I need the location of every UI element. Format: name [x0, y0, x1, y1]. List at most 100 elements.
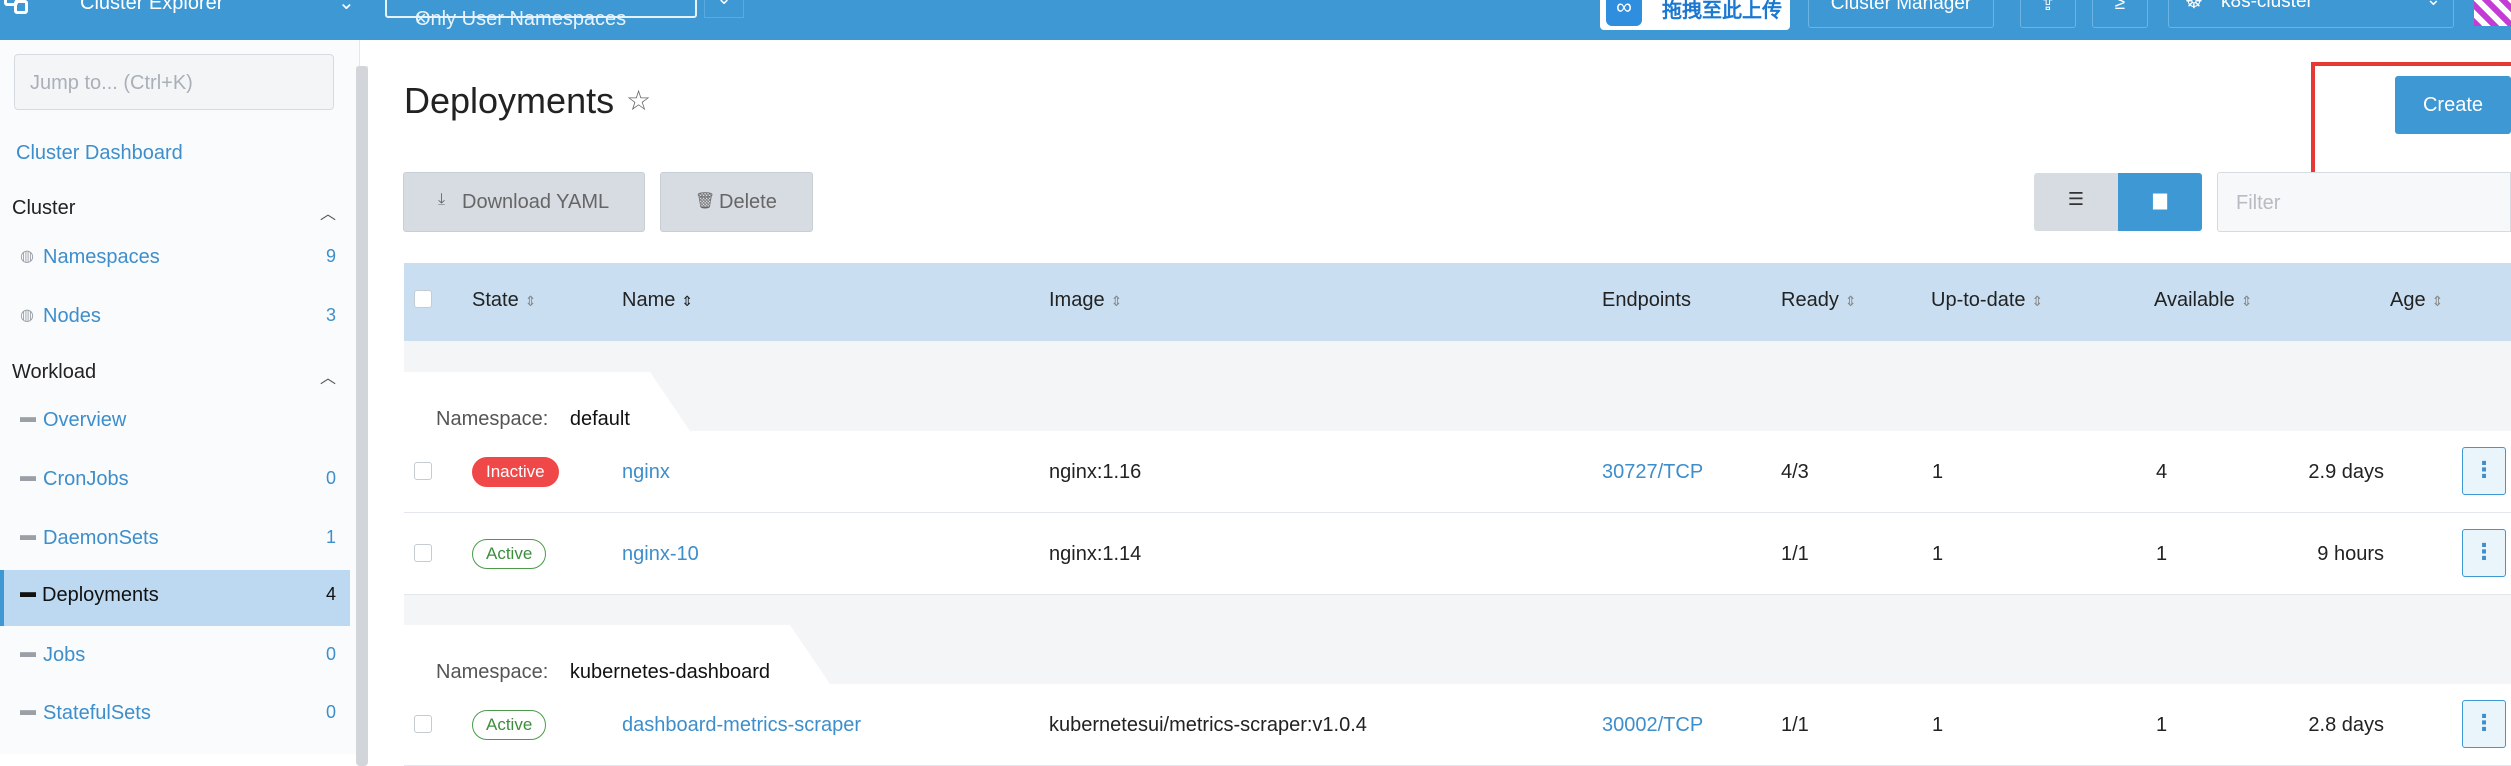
deployment-name-link[interactable]: nginx-10	[622, 543, 699, 566]
chevron-down-icon[interactable]: ⌄	[338, 0, 355, 15]
namespace-group-tab: Namespace: kubernetes-dashboard	[404, 625, 830, 684]
user-avatar-icon[interactable]	[2474, 0, 2511, 26]
folder-icon: ▬	[20, 527, 36, 544]
ready-cell: 4/3	[1781, 461, 1809, 483]
sort-icon: ⇕	[1110, 293, 1123, 309]
sort-icon: ⇕	[1844, 293, 1857, 309]
age-cell: 2.8 days	[2308, 714, 2384, 736]
deployment-name-link[interactable]: nginx	[622, 461, 670, 484]
sidebar-item-nodes[interactable]: ◍ Nodes 3	[0, 291, 350, 347]
sidebar-item-label: Jobs	[43, 644, 86, 666]
sidebar-item-overview[interactable]: ▬ Overview	[0, 395, 350, 451]
sidebar-section-workload[interactable]: Workload	[12, 361, 96, 384]
sidebar-item-label: Overview	[43, 409, 127, 431]
cluster-manager-button[interactable]: Cluster Manager	[1808, 0, 1994, 28]
row-checkbox[interactable]	[414, 544, 432, 562]
globe-icon: ◍	[20, 307, 34, 324]
scrollbar-thumb[interactable]	[356, 66, 368, 766]
chevron-down-icon: ⌄	[2426, 0, 2441, 10]
delete-button[interactable]: 🗑 Delete	[660, 172, 813, 232]
upload-drop-zone[interactable]: ∞ 拖拽至此上传	[1600, 0, 1790, 30]
sidebar-scrollbar[interactable]	[356, 66, 368, 766]
column-header-name[interactable]: Name ⇕	[622, 289, 693, 312]
jump-to-search-input[interactable]: Jump to... (Ctrl+K)	[14, 54, 334, 110]
group-label: Namespace:	[436, 408, 549, 430]
deployment-name-link[interactable]: dashboard-metrics-scraper	[622, 714, 861, 737]
close-icon[interactable]: ×	[415, 8, 427, 31]
rancher-logo-icon[interactable]	[0, 0, 44, 24]
column-header-available[interactable]: Available ⇕	[2154, 289, 2253, 312]
endpoint-link[interactable]: 30002/TCP	[1602, 714, 1703, 737]
row-actions-kebab-icon[interactable]: ⋮	[2462, 700, 2506, 748]
folder-icon: ▬	[20, 702, 36, 719]
folder-icon: ▬	[20, 468, 36, 485]
app-title[interactable]: Cluster Explorer	[80, 0, 223, 15]
row-checkbox[interactable]	[414, 715, 432, 733]
sort-icon: ⇕	[524, 293, 537, 309]
sidebar-item-statefulsets[interactable]: ▬ StatefulSets 0	[0, 688, 350, 744]
sidebar-item-count: 3	[325, 305, 336, 325]
namespace-group-tab: Namespace: default	[404, 372, 690, 431]
namespace-filter-value: Only User Namespaces	[415, 8, 627, 30]
row-checkbox[interactable]	[414, 462, 432, 480]
sort-icon: ⇕	[681, 293, 694, 309]
sidebar-item-cronjobs[interactable]: ▬ CronJobs 0	[0, 454, 350, 510]
top-nav-bar: Cluster Explorer ⌄ Only User Namespaces …	[0, 0, 2511, 40]
available-cell: 4	[2156, 461, 2168, 483]
sort-icon: ⇕	[2431, 293, 2444, 309]
cluster-manager-label: Cluster Manager	[1830, 0, 1972, 14]
select-all-checkbox[interactable]	[414, 290, 432, 308]
trash-icon: 🗑	[695, 193, 716, 210]
star-icon[interactable]: ☆	[626, 84, 651, 117]
endpoint-link[interactable]: 30727/TCP	[1602, 461, 1703, 484]
sidebar-item-label: CronJobs	[43, 468, 129, 490]
sidebar-item-count: 0	[325, 644, 336, 664]
group-value: kubernetes-dashboard	[569, 661, 770, 683]
column-header-age[interactable]: Age ⇕	[2390, 289, 2443, 312]
flat-list-view-button[interactable]: ☰	[2034, 173, 2118, 231]
group-label: Namespace:	[436, 661, 549, 683]
cluster-dashboard-link[interactable]: Cluster Dashboard	[16, 142, 183, 165]
column-header-endpoints: Endpoints	[1602, 289, 1691, 311]
namespace-filter-select[interactable]: Only User Namespaces ×	[385, 0, 697, 30]
upload-cloud-icon: ∞	[1606, 0, 1642, 26]
sidebar-item-jobs[interactable]: ▬ Jobs 0	[0, 630, 350, 686]
uptodate-cell: 1	[1932, 461, 1944, 483]
row-actions-kebab-icon[interactable]: ⋮	[2462, 529, 2506, 577]
column-header-image[interactable]: Image ⇕	[1049, 289, 1122, 312]
globe-icon: ◍	[20, 248, 34, 265]
image-cell: nginx:1.14	[1049, 543, 1142, 565]
sidebar-item-label: StatefulSets	[43, 702, 151, 724]
sidebar-item-deployments[interactable]: ▬ Deployments 4	[0, 570, 350, 626]
sidebar-section-cluster[interactable]: Cluster	[12, 197, 75, 220]
download-yaml-button[interactable]: ⤓ Download YAML	[403, 172, 645, 232]
column-header-ready[interactable]: Ready ⇕	[1781, 289, 1857, 312]
sidebar-item-namespaces[interactable]: ◍ Namespaces 9	[0, 232, 350, 288]
namespace-dropdown-toggle[interactable]: ⌄	[704, 0, 744, 18]
sort-icon: ⇕	[2031, 293, 2044, 309]
table-row: Inactive nginx nginx:1.16 30727/TCP 4/3 …	[404, 431, 2511, 513]
sidebar-item-daemonsets[interactable]: ▬ DaemonSets 1	[0, 513, 350, 569]
sort-icon: ⇕	[2240, 293, 2253, 309]
cluster-icon: ☸	[2185, 0, 2203, 13]
status-badge: Active	[472, 710, 547, 740]
available-cell: 1	[2156, 543, 2168, 565]
cluster-selector[interactable]: ☸ k8s-cluster ⌄	[2168, 0, 2454, 28]
group-by-namespace-button[interactable]: ▆	[2118, 173, 2202, 231]
chevron-up-icon[interactable]: ︿	[320, 200, 336, 224]
sidebar-item-label: DaemonSets	[43, 527, 159, 549]
sidebar-item-count: 0	[325, 468, 336, 488]
filter-input[interactable]: Filter	[2217, 172, 2511, 232]
ready-cell: 1/1	[1781, 714, 1809, 736]
column-header-uptodate[interactable]: Up-to-date ⇕	[1931, 289, 2043, 312]
import-yaml-button[interactable]: ⇪	[2020, 0, 2076, 28]
chevron-up-icon[interactable]: ︿	[320, 364, 336, 388]
row-actions-kebab-icon[interactable]: ⋮	[2462, 447, 2506, 495]
sidebar-item-count: 9	[325, 246, 336, 266]
kubectl-shell-button[interactable]: ≥	[2092, 0, 2148, 28]
age-cell: 2.9 days	[2308, 461, 2384, 483]
folder-icon: ▆	[2153, 189, 2167, 209]
column-header-state[interactable]: State ⇕	[472, 289, 536, 312]
download-icon: ⤓	[438, 191, 446, 208]
filter-placeholder: Filter	[2236, 192, 2281, 214]
